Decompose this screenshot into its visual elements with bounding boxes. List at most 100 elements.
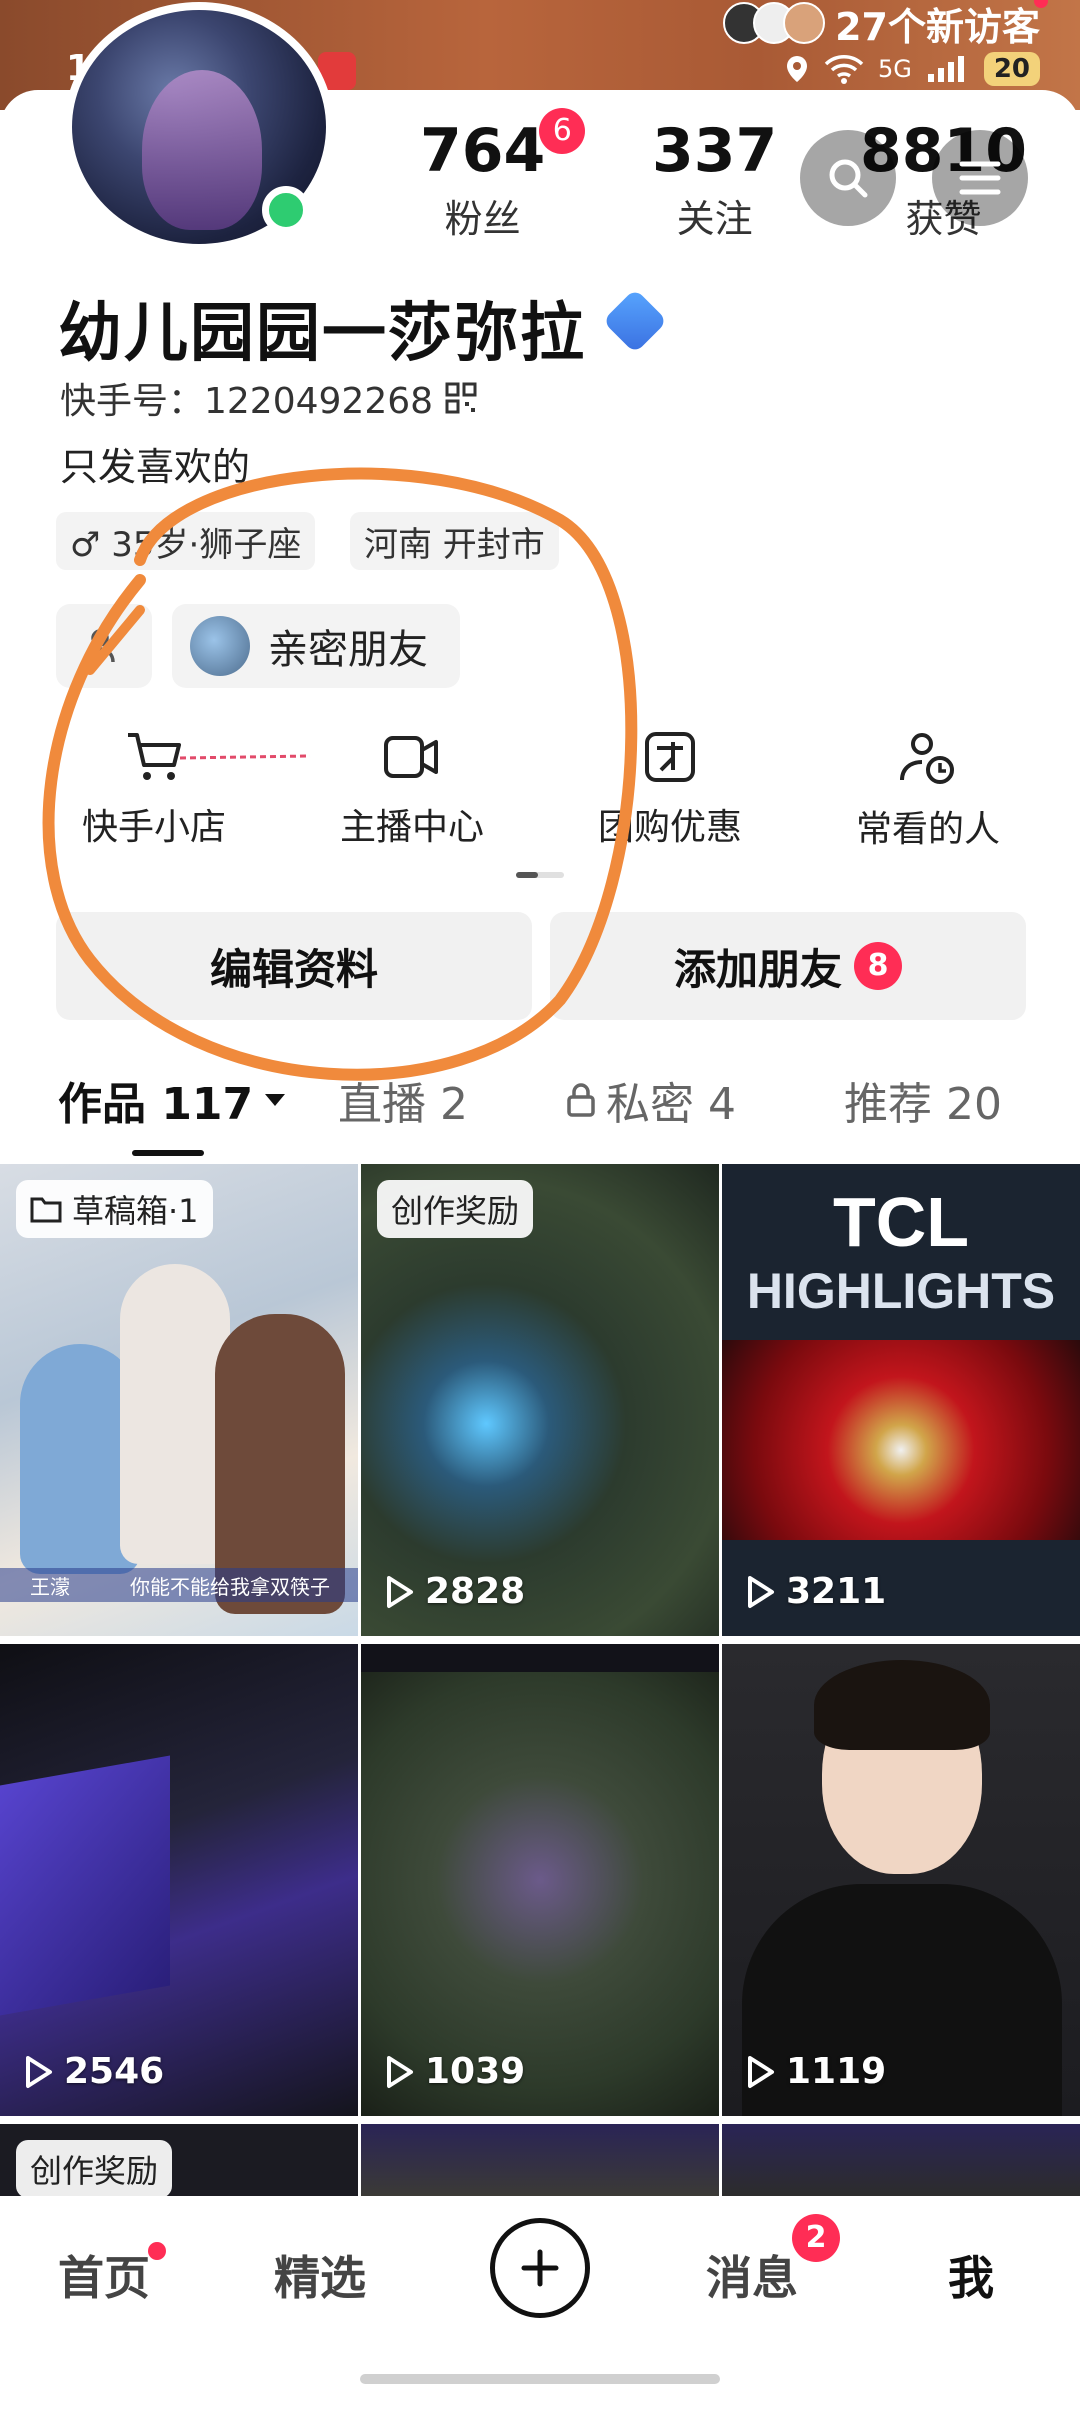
add-friend-label: 添加朋友 [673, 944, 842, 994]
play-count: 2828 [385, 1571, 525, 1612]
tab-label: 私密 4 [606, 1079, 736, 1130]
stat-label: 粉丝 [444, 197, 521, 241]
lock-icon [567, 1083, 595, 1117]
location-icon [786, 56, 807, 82]
system-icons: 5G 20 [784, 52, 1040, 86]
play-count: 1039 [385, 2051, 525, 2092]
play-count: 3211 [746, 1571, 886, 1612]
qr-code-icon[interactable] [445, 382, 477, 414]
tab-recommended[interactable]: 推荐 20 [844, 1068, 1002, 1132]
stat-number: 337 [652, 116, 778, 186]
subtitle-text: 你能不能给我拿双筷子 [130, 1574, 330, 1599]
video-tile[interactable]: 2546 [0, 1644, 358, 2116]
friend-request-badge: 8 [854, 942, 902, 990]
nav-me[interactable]: 我 [948, 2242, 994, 2308]
tab-live[interactable]: 直播 2 [338, 1068, 468, 1132]
tab-works[interactable]: 作品 117 [58, 1068, 287, 1132]
search-icon [829, 159, 868, 198]
tile-scene-figure [120, 1264, 230, 1564]
video-tile[interactable]: 1119 [722, 1644, 1080, 2116]
video-tile[interactable]: 创作奖励 [0, 2124, 358, 2196]
visitor-notice[interactable]: 27个新访客 [723, 0, 1048, 49]
stat-number: 764 [420, 116, 546, 186]
drafts-badge[interactable]: 草稿箱·1 [16, 1180, 213, 1238]
plus-icon [521, 2249, 559, 2287]
creator-reward-badge: 创作奖励 [377, 1180, 534, 1238]
close-friends-label: 亲密朋友 [268, 627, 428, 673]
menu-button[interactable] [932, 130, 1028, 226]
tcl-title-bottom: HIGHLIGHTS [746, 1263, 1056, 1319]
tab-private[interactable]: 私密 4 [566, 1068, 736, 1132]
edit-profile-label: 编辑资料 [209, 944, 378, 994]
tag-age-zodiac: ♂ 35岁·狮子座 [56, 512, 316, 570]
page-indicator-active [516, 872, 538, 878]
kuaishou-id-text: 快手号：1220492268 [60, 381, 434, 422]
video-tile[interactable] [722, 2124, 1080, 2196]
shortcut-frequent-people[interactable]: 常看的人 [818, 730, 1038, 852]
nav-messages[interactable]: 消息 [706, 2242, 798, 2308]
shortcut-shop[interactable]: 快手小店 [44, 730, 264, 850]
shortcut-streamer-center[interactable]: 主播中心 [302, 730, 522, 850]
shortcut-label: 主播中心 [339, 807, 484, 848]
person-add-icon [85, 629, 115, 663]
video-tile[interactable] [361, 2124, 719, 2196]
shortcut-label: 快手小店 [81, 807, 226, 848]
play-icon [26, 2055, 52, 2088]
stat-followers[interactable]: 764 粉丝 6 [420, 108, 586, 243]
wifi-icon [824, 55, 864, 84]
visitor-avatar [783, 2, 826, 44]
stat-following[interactable]: 337 关注 [652, 118, 777, 243]
player-hair [814, 1660, 990, 1750]
edit-profile-button[interactable]: 编辑资料 [56, 912, 532, 1020]
camera-icon [384, 736, 438, 778]
kuaishou-id[interactable]: 快手号：1220492268 [60, 372, 477, 424]
nav-home[interactable]: 首页 [58, 2242, 150, 2308]
battery-indicator: 20 [983, 52, 1040, 86]
group-buy-icon [645, 732, 695, 782]
video-tile[interactable]: 创作奖励 2828 [361, 1164, 719, 1636]
play-count-number: 2546 [64, 2051, 165, 2092]
tag-age-zodiac-label: ♂ 35岁·狮子座 [70, 524, 302, 565]
arena-screen [0, 1755, 170, 2023]
tag-location-label: 河南 开封市 [364, 524, 545, 565]
game-scoreboard [361, 1644, 719, 1672]
shortcut-group-buy[interactable]: 团购优惠 [560, 730, 780, 850]
video-tile[interactable]: 草稿箱·1 王濛 你能不能给我拿双筷子 [0, 1164, 358, 1636]
play-count: 1119 [746, 2051, 886, 2092]
dragon-artwork [722, 1340, 1080, 1540]
tcl-title-top: TCL [832, 1183, 970, 1261]
play-icon [387, 1575, 413, 1608]
creator-reward-label: 创作奖励 [30, 2152, 159, 2190]
add-friend-button[interactable]: 添加朋友 8 [550, 912, 1026, 1020]
folder-icon [30, 1197, 62, 1223]
play-count-number: 3211 [786, 1571, 887, 1612]
signal-icon [927, 56, 964, 82]
profile-bio: 只发喜欢的 [60, 445, 251, 489]
add-relation-button[interactable] [56, 604, 152, 688]
avatar-figure [142, 70, 262, 230]
video-tile[interactable]: 1039 [361, 1644, 719, 2116]
frequent-people-icon [900, 733, 954, 784]
close-friends-chip[interactable]: 亲密朋友 [172, 604, 460, 688]
tag-location: 河南 开封市 [350, 512, 559, 570]
play-count-number: 1119 [786, 2051, 887, 2092]
tab-label: 直播 2 [338, 1079, 468, 1130]
new-followers-badge: 6 [539, 108, 586, 154]
nav-featured-label: 精选 [274, 2251, 366, 2305]
nav-messages-label: 消息 [706, 2251, 798, 2305]
drafts-label: 草稿箱·1 [72, 1192, 199, 1230]
play-icon [748, 2055, 774, 2088]
profile-name: 幼儿园园一莎弥拉 [58, 297, 586, 371]
video-tile[interactable]: TCL HIGHLIGHTS 3211 [722, 1164, 1080, 1636]
creator-reward-label: 创作奖励 [391, 1192, 520, 1230]
play-icon [387, 2055, 413, 2088]
home-indicator[interactable] [360, 2374, 720, 2384]
active-tab-indicator [132, 1150, 204, 1156]
create-post-button[interactable] [490, 2218, 590, 2318]
online-status-dot [262, 186, 310, 234]
nav-featured[interactable]: 精选 [274, 2242, 366, 2308]
tab-label: 推荐 20 [844, 1079, 1002, 1130]
search-button[interactable] [800, 130, 896, 226]
cart-icon [128, 733, 181, 780]
tab-label: 作品 117 [58, 1079, 254, 1130]
